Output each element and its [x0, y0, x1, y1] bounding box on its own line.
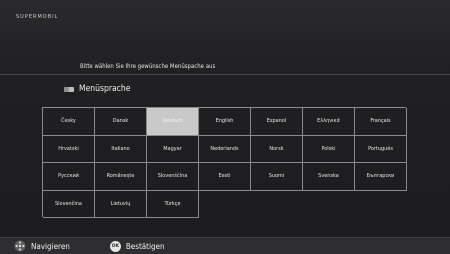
- footer-hint-bar: Navigieren OK Bestätigen: [0, 237, 450, 254]
- language-option[interactable]: Românește: [95, 163, 147, 191]
- language-option[interactable]: Česky: [43, 108, 95, 136]
- language-option[interactable]: Lietuvių: [95, 190, 147, 218]
- empty-cell: [303, 191, 355, 219]
- language-option[interactable]: Espanol: [251, 108, 303, 136]
- language-option[interactable]: Български: [355, 163, 407, 191]
- empty-cell: [251, 191, 303, 219]
- language-option[interactable]: Norsk: [251, 135, 303, 163]
- flag-icon: [64, 86, 74, 92]
- language-option[interactable]: Nederlands: [199, 135, 251, 163]
- language-option[interactable]: Polski: [303, 135, 355, 163]
- language-option[interactable]: Deutsch: [147, 108, 199, 136]
- language-option[interactable]: Magyar: [147, 135, 199, 163]
- ok-button-icon: OK: [109, 240, 121, 252]
- language-option[interactable]: English: [199, 108, 251, 136]
- navigate-hint: Navigieren: [14, 240, 70, 252]
- dpad-icon: [14, 240, 26, 252]
- navigate-label: Navigieren: [31, 241, 70, 251]
- language-option[interactable]: Svenska: [303, 163, 355, 191]
- language-option[interactable]: Русский: [43, 163, 95, 191]
- header-divider: [0, 74, 450, 75]
- confirm-label: Bestätigen: [125, 241, 165, 251]
- empty-cell: [355, 191, 407, 219]
- language-option[interactable]: Türkçe: [147, 190, 199, 218]
- language-option[interactable]: Eesti: [199, 163, 251, 191]
- language-option[interactable]: Slovenščina: [147, 163, 199, 191]
- empty-cell: [199, 191, 251, 219]
- confirm-hint: OK Bestätigen: [109, 240, 165, 252]
- language-option[interactable]: Italiano: [95, 135, 147, 163]
- language-selection-screen: SUPERMOBIL Bitte wählen Sie Ihre gewünsc…: [0, 0, 450, 254]
- language-option[interactable]: Ελληνικά: [303, 108, 355, 136]
- language-grid: Česky Dansk Deutsch English Espanol Ελληνικά F…: [42, 107, 407, 219]
- section-title: Menüsprache: [79, 84, 131, 94]
- language-option[interactable]: Hrvatski: [43, 135, 95, 163]
- language-option[interactable]: Português: [355, 135, 407, 163]
- language-option[interactable]: Français: [355, 108, 407, 136]
- brand-logo: SUPERMOBIL: [16, 14, 59, 20]
- language-option[interactable]: Dansk: [95, 108, 147, 136]
- menu-language-section-header: Menüsprache: [64, 83, 130, 95]
- language-option[interactable]: Suomi: [251, 163, 303, 191]
- instruction-text: Bitte wählen Sie Ihre gewünsche Menüspac…: [80, 63, 216, 70]
- language-option[interactable]: Slovenčina: [43, 190, 95, 218]
